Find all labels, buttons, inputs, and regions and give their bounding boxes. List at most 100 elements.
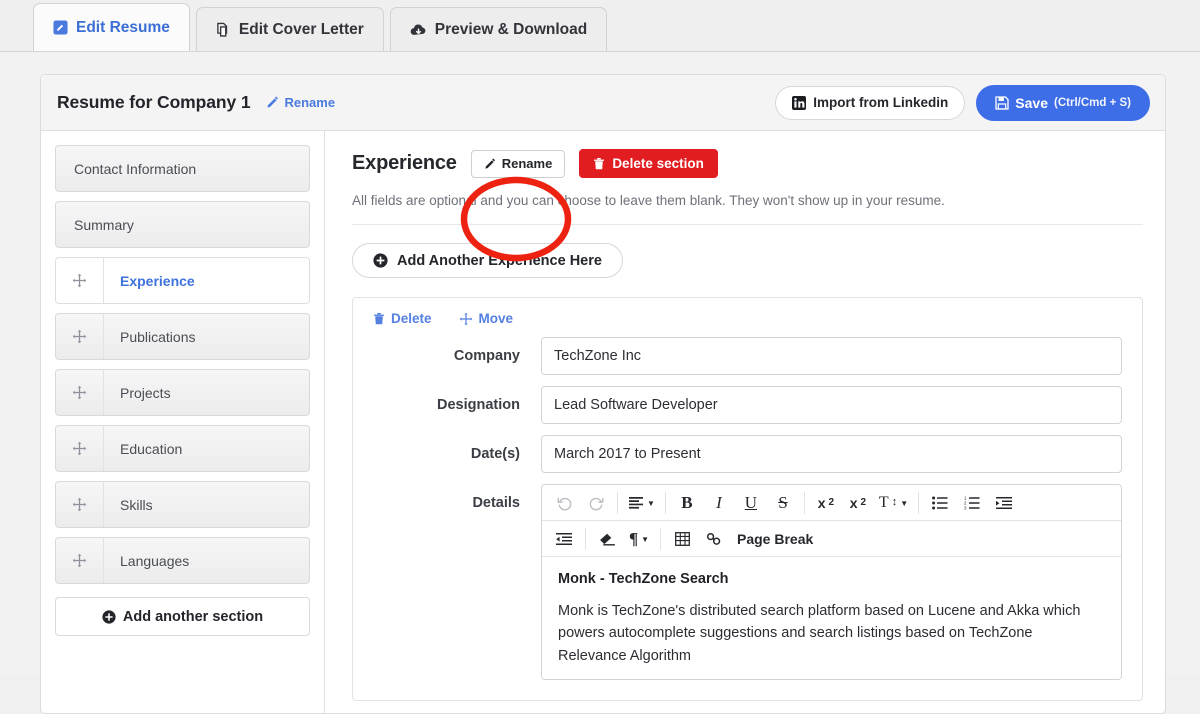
link-icon[interactable] <box>698 525 730 553</box>
sidebar-item-label: Languages <box>120 552 190 569</box>
pencil-icon <box>266 96 279 109</box>
numbered-list-icon[interactable]: 123 <box>956 489 988 517</box>
section-header: Experience Rename Delete section <box>352 149 1143 178</box>
trash-icon <box>593 157 605 170</box>
copy-icon <box>216 22 231 38</box>
editor-toolbar-row-2: ¶ ▼ Page Break <box>542 521 1121 557</box>
dates-label: Date(s) <box>470 446 520 462</box>
sidebar-item-experience[interactable]: Experience <box>55 257 310 304</box>
entry-toolbar: Delete Move <box>373 311 1122 326</box>
sidebar-item-contact-information[interactable]: Contact Information <box>55 145 310 192</box>
paragraph-icon[interactable]: ¶ ▼ <box>623 525 655 553</box>
eraser-icon[interactable] <box>591 525 623 553</box>
save-disk-icon <box>995 95 1009 110</box>
tab-edit-cover-letter[interactable]: Edit Cover Letter <box>195 7 384 51</box>
sidebar-item-publications[interactable]: Publications <box>55 313 310 360</box>
chevron-down-icon: ▼ <box>900 498 909 508</box>
pencil-square-icon <box>53 20 68 35</box>
sidebar-item-label: Summary <box>74 216 134 233</box>
save-shortcut: (Ctrl/Cmd + S) <box>1054 96 1131 109</box>
superscript-icon[interactable]: x2 <box>842 489 874 517</box>
sidebar-item-languages[interactable]: Languages <box>55 537 310 584</box>
rename-label: Rename <box>501 156 553 171</box>
import-from-linkedin-button[interactable]: Import from Linkedin <box>775 85 966 120</box>
designation-input[interactable]: Lead Software Developer <box>541 386 1122 424</box>
resume-title: Resume for Company 1 <box>57 92 251 112</box>
undo-icon[interactable] <box>548 489 580 517</box>
bullet-list-icon[interactable] <box>924 489 956 517</box>
plus-circle-icon <box>102 609 116 624</box>
add-another-section-label: Add another section <box>122 608 264 625</box>
add-another-experience-button[interactable]: Add Another Experience Here <box>352 243 623 278</box>
page-area: Resume for Company 1 Rename Import from … <box>0 52 1200 714</box>
rename-resume-label: Rename <box>284 95 336 110</box>
helper-text: All fields are optional and you can choo… <box>352 193 945 208</box>
rename-button[interactable]: Rename <box>470 149 566 178</box>
underline-icon[interactable]: U <box>735 489 767 517</box>
sidebar-item-summary[interactable]: Summary <box>55 201 310 248</box>
add-another-section-button[interactable]: Add another section <box>55 597 310 636</box>
trash-icon <box>373 312 385 325</box>
editor-content-area[interactable]: Monk - TechZone Search Monk is TechZone'… <box>542 557 1121 680</box>
move-entry-button[interactable]: Move <box>459 311 513 326</box>
divider <box>352 224 1143 225</box>
sidebar-item-education[interactable]: Education <box>55 425 310 472</box>
strikethrough-icon[interactable]: S <box>767 489 799 517</box>
delete-entry-label: Delete <box>391 311 432 326</box>
tab-bar: Edit Resume Edit Cover Letter Preview & … <box>0 0 1200 52</box>
page-title: Experience <box>352 152 457 174</box>
tab-preview-download[interactable]: Preview & Download <box>389 7 608 51</box>
section-editor-main: Experience Rename Delete section All fie… <box>325 131 1165 714</box>
sidebar-item-label: Contact Information <box>74 160 197 177</box>
company-input[interactable]: TechZone Inc <box>541 337 1122 375</box>
field-row-designation: Designation Lead Software Developer <box>373 386 1122 424</box>
tab-label: Edit Resume <box>76 18 170 36</box>
resume-card: Resume for Company 1 Rename Import from … <box>40 74 1166 714</box>
add-another-experience-label: Add Another Experience Here <box>397 252 602 269</box>
rich-text-editor: ▼ B I U S x2 x2 T ↕ ▼ 1 2 3 ¶ ▼ Page Bre… <box>541 484 1122 681</box>
drag-handle-icon[interactable] <box>56 538 104 583</box>
sidebar-item-label: Projects <box>120 384 171 401</box>
delete-entry-button[interactable]: Delete <box>373 311 432 326</box>
editor-toolbar-row-1: ▼ B I U S x2 x2 T ↕ ▼ 1 2 3 <box>542 485 1121 521</box>
toolbar-separator <box>660 527 661 550</box>
align-icon[interactable]: ▼ <box>623 489 660 517</box>
drag-handle-icon[interactable] <box>56 258 104 303</box>
italic-icon[interactable]: I <box>703 489 735 517</box>
experience-entry-card: Delete Move Company TechZone Inc Designa… <box>352 297 1143 702</box>
tab-edit-resume[interactable]: Edit Resume <box>33 3 190 51</box>
pencil-icon <box>484 158 496 170</box>
plus-circle-icon <box>373 253 388 268</box>
toolbar-separator <box>664 491 666 514</box>
designation-label: Designation <box>437 397 520 413</box>
rename-resume-link[interactable]: Rename <box>266 95 335 110</box>
sidebar-item-label: Education <box>120 440 183 457</box>
delete-section-button[interactable]: Delete section <box>579 149 718 178</box>
save-button[interactable]: Save (Ctrl/Cmd + S) <box>976 84 1150 121</box>
toolbar-separator <box>803 491 805 514</box>
table-icon[interactable] <box>666 525 698 553</box>
redo-icon[interactable] <box>580 489 612 517</box>
sidebar-item-projects[interactable]: Projects <box>55 369 310 416</box>
tab-label: Edit Cover Letter <box>238 20 364 38</box>
dates-input[interactable]: March 2017 to Present <box>541 435 1122 473</box>
field-row-dates: Date(s) March 2017 to Present <box>373 435 1122 473</box>
drag-handle-icon[interactable] <box>56 482 104 527</box>
field-row-details: Details ▼ B I U S x 2 x 2 T ↕ ▼ 1 2 3 ¶ … <box>373 484 1122 681</box>
details-paragraph: Monk is TechZone's distributed search pl… <box>558 603 1081 664</box>
page-break-button[interactable]: Page Break <box>730 525 820 553</box>
drag-handle-icon[interactable] <box>56 314 104 359</box>
sidebar-item-label: Publications <box>120 328 196 345</box>
subscript-icon[interactable]: x2 <box>810 489 842 517</box>
drag-handle-icon[interactable] <box>56 426 104 471</box>
outdent-icon[interactable] <box>548 525 580 553</box>
indent-icon[interactable] <box>988 489 1020 517</box>
company-label: Company <box>453 348 520 364</box>
move-arrows-icon <box>459 312 473 326</box>
linkedin-icon <box>792 95 807 110</box>
sidebar-item-label: Experience <box>120 272 195 289</box>
bold-icon[interactable]: B <box>671 489 703 517</box>
font-size-icon[interactable]: T ↕ ▼ <box>874 489 913 517</box>
sidebar-item-skills[interactable]: Skills <box>55 481 310 528</box>
drag-handle-icon[interactable] <box>56 370 104 415</box>
